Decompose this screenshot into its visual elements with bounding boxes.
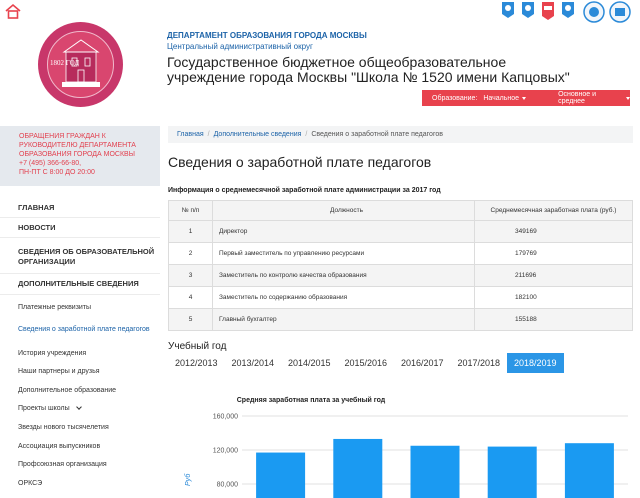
sidebar-subitem-teacher-salary[interactable]: Сведения о заработной плате педагогов [0, 315, 160, 344]
sidebar-main-menu: ГЛАВНАЯ НОВОСТИ СВЕДЕНИЯ ОБ ОБРАЗОВАТЕЛЬ… [0, 198, 160, 295]
sidebar-subitem-trade-union[interactable]: Профсоюзная организация [0, 455, 160, 474]
sidebar-item-organization-info[interactable]: СВЕДЕНИЯ ОБ ОБРАЗОВАТЕЛЬНОЙ ОРГАНИЗАЦИИ [0, 238, 160, 274]
sidebar-item-home[interactable]: ГЛАВНАЯ [0, 198, 160, 218]
table-row: 4 Заместитель по содержанию образования … [168, 286, 633, 309]
table-cell: 179769 [474, 242, 633, 265]
table-cell: Заместитель по содержанию образования [212, 286, 475, 309]
sidebar-sub-menu: Платежные реквизиты Сведения о заработно… [0, 300, 160, 492]
notice-line: ОБРАЩЕНИЯ ГРАЖДАН К [19, 133, 106, 140]
column-header: Должность [212, 200, 475, 221]
tab-year-2017-2018[interactable]: 2017/2018 [451, 353, 508, 373]
tab-year-2015-2016[interactable]: 2015/2016 [338, 353, 395, 373]
school-year-tabs: 2012/2013 2013/2014 2014/2015 2015/2016 … [168, 353, 564, 373]
breadcrumb-current: Сведения о заработной плате педагогов [311, 131, 443, 138]
education-level-nav: Образование: Начальное Основное и средне… [422, 90, 630, 106]
tab-year-2018-2019[interactable]: 2018/2019 [507, 353, 564, 373]
breadcrumb-separator: / [207, 131, 210, 138]
tab-year-2013-2014[interactable]: 2013/2014 [225, 353, 282, 373]
chart-y-tick-label: 160,000 [213, 414, 238, 421]
table-cell: 155188 [474, 308, 633, 331]
school-year-label: Учебный год [168, 341, 227, 352]
tab-year-2016-2017[interactable]: 2016/2017 [394, 353, 451, 373]
sidebar-subitem-partners[interactable]: Наши партнеры и друзья [0, 362, 160, 381]
table-cell: 5 [168, 308, 213, 331]
citizen-appeals-notice[interactable]: ОБРАЩЕНИЯ ГРАЖДАН К РУКОВОДИТЕЛЮ ДЕПАРТА… [0, 126, 160, 186]
education-label: Образование: [432, 94, 478, 102]
table-caption: Информация о среднемесячной заработной п… [168, 187, 441, 194]
department-title[interactable]: ДЕПАРТАМЕНТ ОБРАЗОВАНИЯ ГОРОДА МОСКВЫ [167, 31, 367, 40]
column-header: № п/п [168, 200, 213, 221]
chart-y-axis-label: Руб [184, 473, 192, 486]
column-header: Среднемесячная заработная плата (руб.) [474, 200, 633, 221]
notice-line: ОБРАЗОВАНИЯ ГОРОДА МОСКВЫ [19, 151, 135, 158]
caret-down-icon [626, 96, 630, 100]
chart-bar[interactable] [256, 452, 306, 498]
sidebar-subitem-school-projects[interactable]: Проекты школы [0, 399, 160, 418]
emblem-year: 1802 ГОД [50, 59, 80, 67]
breadcrumb-separator: / [305, 131, 308, 138]
table-cell: 4 [168, 286, 213, 309]
chart-bar[interactable] [333, 438, 383, 498]
primary-education-label: Начальное [483, 94, 520, 102]
chart-bar[interactable] [410, 445, 460, 498]
chart-bar[interactable] [564, 443, 614, 498]
notice-line: ПН-ПТ С 8:00 ДО 20:00 [19, 169, 95, 176]
primary-education-dropdown[interactable]: Начальное [477, 94, 527, 102]
award-badges-icon[interactable] [496, 0, 636, 26]
table-cell: Директор [212, 220, 475, 243]
page-title: Сведения о заработной плате педагогов [168, 154, 432, 170]
chart-y-tick-label: 80,000 [217, 482, 239, 489]
chart-y-tick-label: 120,000 [213, 448, 238, 455]
sidebar-item-news[interactable]: НОВОСТИ [0, 218, 160, 238]
table-cell: 182100 [474, 286, 633, 309]
breadcrumb-section-link[interactable]: Дополнительные сведения [214, 131, 302, 138]
chevron-down-icon [75, 404, 82, 410]
home-icon[interactable] [4, 3, 22, 19]
sidebar-subitem-orkse[interactable]: ОРКСЭ [0, 474, 160, 492]
table-cell: 349169 [474, 220, 633, 243]
sidebar-item-additional-info[interactable]: ДОПОЛНИТЕЛЬНЫЕ СВЕДЕНИЯ [0, 274, 160, 295]
table-row: 3 Заместитель по контролю качества образ… [168, 264, 633, 287]
table-cell: Первый заместитель по управлению ресурса… [212, 242, 475, 265]
table-cell: Главный бухгалтер [212, 308, 475, 331]
caret-down-icon [522, 96, 527, 100]
table-cell: Заместитель по контролю качества образов… [212, 264, 475, 287]
table-row: 2 Первый заместитель по управлению ресур… [168, 242, 633, 265]
table-cell: 1 [168, 220, 213, 243]
salary-bar-chart: Средняя заработная плата за учебный год … [184, 396, 628, 498]
sidebar-subitem-alumni[interactable]: Ассоциация выпускников [0, 437, 160, 455]
breadcrumb-home-link[interactable]: Главная [177, 131, 204, 138]
school-projects-label: Проекты школы [18, 405, 70, 412]
sidebar-subitem-payment-details[interactable]: Платежные реквизиты [0, 300, 160, 315]
chart-title: Средняя заработная плата за учебный год [237, 396, 386, 404]
district-subtitle: Центральный административный округ [167, 42, 313, 51]
school-emblem-icon[interactable]: 1802 ГОД [38, 22, 123, 107]
tab-year-2014-2015[interactable]: 2014/2015 [281, 353, 338, 373]
table-cell: 2 [168, 242, 213, 265]
notice-line: +7 (495) 366-66-80, [19, 160, 82, 167]
chart-bar[interactable] [487, 446, 537, 498]
secondary-education-dropdown[interactable]: Основное и среднее [552, 91, 630, 105]
table-header-row: № п/п Должность Среднемесячная заработна… [168, 200, 633, 221]
sidebar-subitem-history[interactable]: История учреждения [0, 344, 160, 362]
sidebar-subitem-additional-education[interactable]: Дополнительное образование [0, 381, 160, 399]
sidebar-subitem-stars[interactable]: Звезды нового тысячелетия [0, 418, 160, 437]
salary-table: № п/п Должность Среднемесячная заработна… [168, 200, 633, 331]
notice-line: РУКОВОДИТЕЛЮ ДЕПАРТАМЕНТА [19, 142, 136, 149]
table-row: 1 Директор 349169 [168, 220, 633, 243]
school-name: Государственное бюджетное общеобразовате… [167, 54, 570, 85]
tab-year-2012-2013[interactable]: 2012/2013 [168, 353, 225, 373]
table-row: 5 Главный бухгалтер 155188 [168, 308, 633, 331]
breadcrumb: Главная / Дополнительные сведения / Свед… [168, 126, 633, 143]
table-cell: 211696 [474, 264, 633, 287]
secondary-education-label: Основное и среднее [558, 91, 596, 105]
table-cell: 3 [168, 264, 213, 287]
